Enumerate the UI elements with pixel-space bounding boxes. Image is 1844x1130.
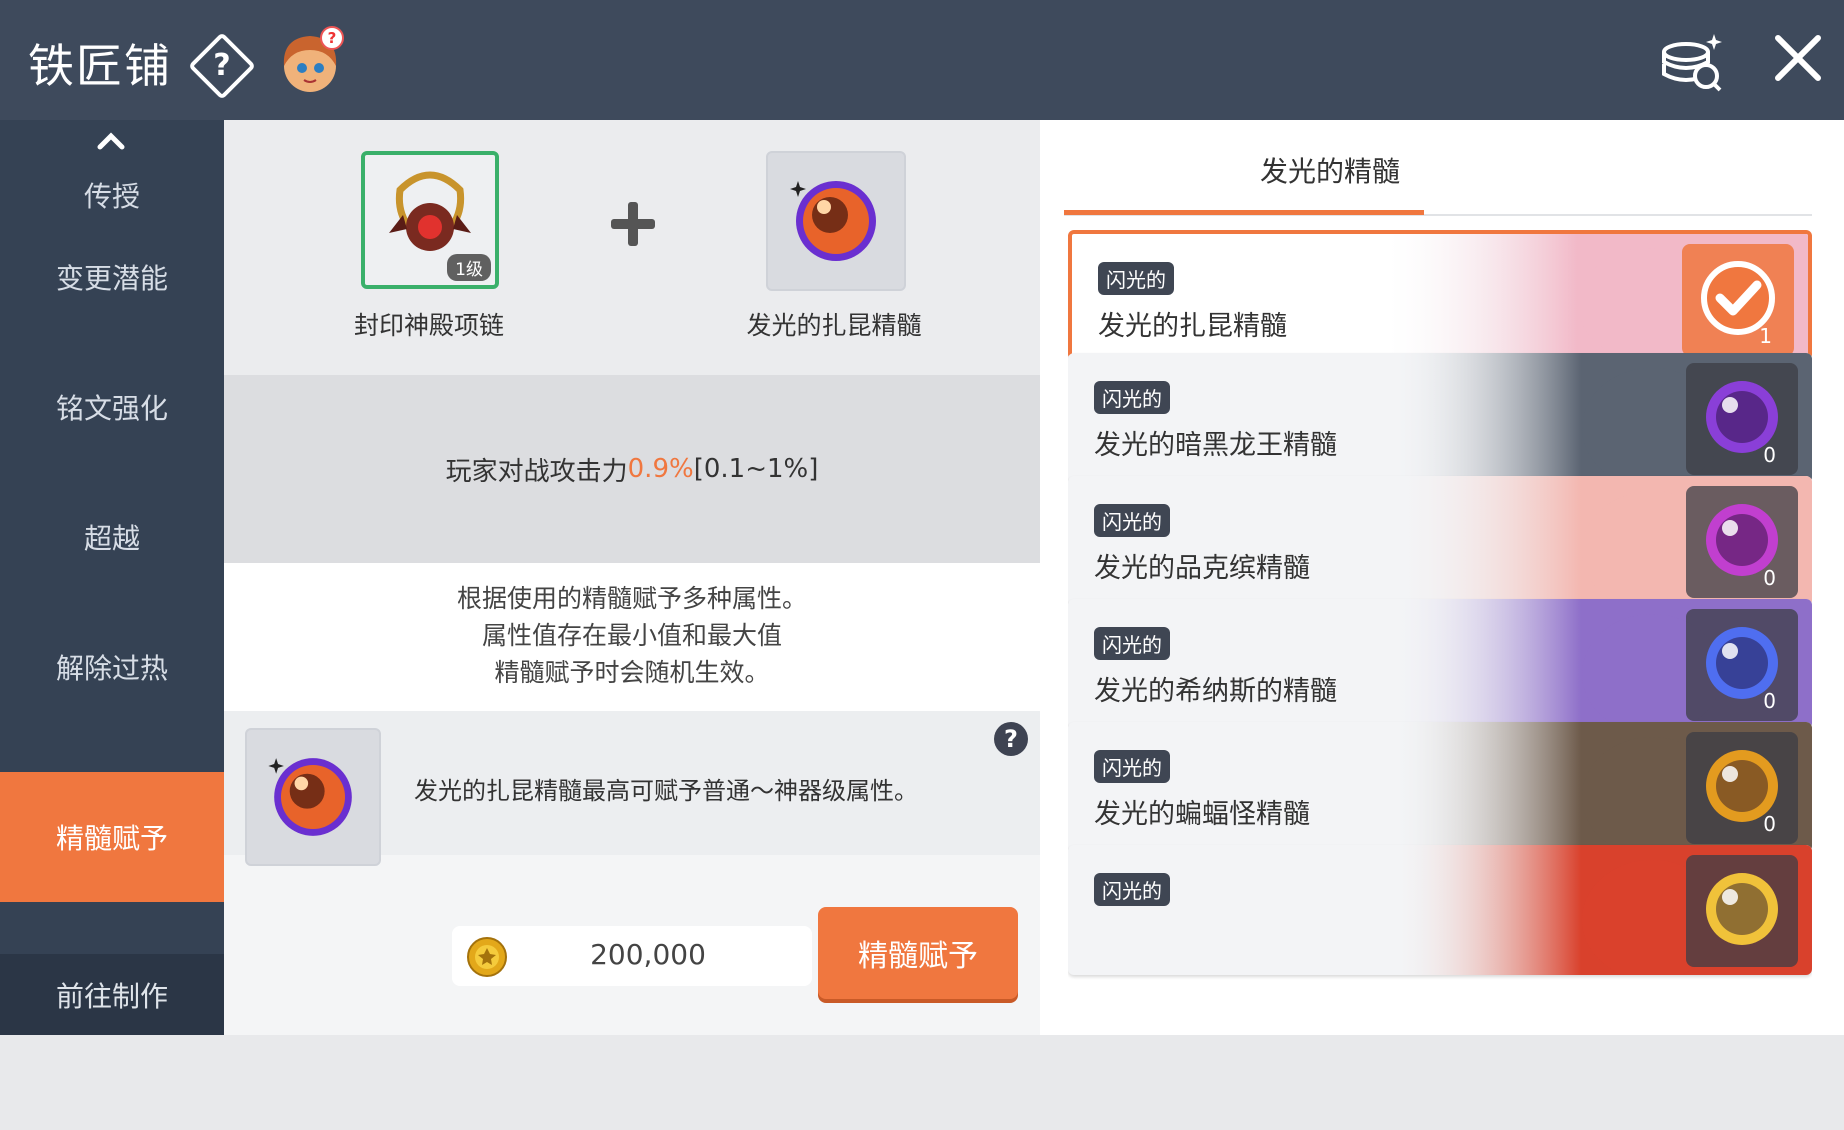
sidebar-item-label: 解除过热 bbox=[55, 652, 168, 685]
essence-orb-icon bbox=[1706, 750, 1778, 822]
essence-card-icon-box: 1 bbox=[1682, 244, 1794, 356]
help-icon[interactable]: ? bbox=[994, 722, 1028, 756]
stat-value: 0.9% bbox=[627, 454, 694, 484]
essence-card-name: 发光的希纳斯的精髓 bbox=[1094, 676, 1337, 707]
stat-range: [0.1~1%] bbox=[693, 454, 819, 484]
stat-display: 玩家对战攻击力 0.9% [0.1~1%] bbox=[224, 375, 1040, 563]
essence-info: 发光的扎昆精髓最高可赋予普通～神器级属性。 ? bbox=[224, 711, 1040, 866]
cost-value: 200,000 bbox=[590, 938, 706, 971]
goto-craft-button[interactable]: 前往制作 bbox=[0, 954, 224, 1035]
essence-card[interactable]: 闪光的发光的扎昆精髓 1 bbox=[1068, 230, 1812, 360]
essence-list-panel: 发光的精髓 闪光的 发光的扎昆精髓 1 闪光的 发光的暗黑龙王精髓 0 闪光的 发光的品克缤精… bbox=[1040, 120, 1844, 1035]
essence-card-icon-box: 0 bbox=[1686, 732, 1798, 844]
essence-orb-icon bbox=[790, 181, 876, 261]
svg-text:?: ? bbox=[328, 29, 337, 47]
description-line: 属性值存在最小值和最大值 bbox=[481, 621, 782, 650]
coin-exchange-icon[interactable] bbox=[1656, 30, 1726, 92]
essence-card-name: 发光的蝙蝠怪精髓 bbox=[1094, 799, 1310, 830]
essence-card-icon-box: 0 bbox=[1686, 486, 1798, 598]
rarity-badge: 闪光的 bbox=[1094, 873, 1170, 906]
sidebar: 传授 变更潜能 铭文强化 超越 解除过热 精髓赋予 前往制作 bbox=[0, 120, 224, 1035]
essence-orb-icon bbox=[1706, 381, 1778, 453]
sidebar-item-label: 铭文强化 bbox=[55, 392, 168, 425]
essence-name: 发光的扎昆精髓 bbox=[746, 311, 922, 340]
equipment-level-badge: 1级 bbox=[447, 254, 491, 281]
sidebar-item-overheat[interactable]: 解除过热 bbox=[0, 602, 224, 732]
checkmark-icon bbox=[1701, 261, 1775, 335]
close-icon[interactable] bbox=[1770, 30, 1826, 86]
equipment-slot[interactable]: 1级 bbox=[361, 151, 499, 289]
essence-card-icon-box: 0 bbox=[1686, 609, 1798, 721]
essence-slot[interactable] bbox=[766, 151, 906, 291]
essence-card-name: 发光的暗黑龙王精髓 bbox=[1094, 430, 1337, 461]
help-icon[interactable]: ? bbox=[188, 32, 256, 100]
equipment-name: 封印神殿项链 bbox=[353, 311, 504, 340]
rarity-badge: 闪光的 bbox=[1098, 262, 1174, 295]
npc-avatar-icon[interactable]: ? bbox=[272, 26, 352, 96]
essence-card-name: 发光的扎昆精髓 bbox=[1098, 311, 1287, 342]
goto-craft-label: 前往制作 bbox=[55, 979, 168, 1013]
essence-info-text: 发光的扎昆精髓最高可赋予普通～神器级属性。 bbox=[414, 777, 918, 805]
rarity-badge: 闪光的 bbox=[1094, 504, 1170, 537]
sidebar-item-transcend[interactable]: 超越 bbox=[0, 472, 224, 602]
sidebar-item-label: 超越 bbox=[83, 522, 140, 555]
sidebar-item-label: 精髓赋予 bbox=[55, 822, 168, 855]
essence-info-slot bbox=[245, 728, 381, 866]
essence-card[interactable]: 闪光的发光的希纳斯的精髓 0 bbox=[1068, 599, 1812, 729]
essence-card[interactable]: 闪光的 bbox=[1068, 845, 1812, 975]
page-title: 铁匠铺 bbox=[28, 39, 172, 93]
top-bar: 铁匠铺 ? ? bbox=[0, 0, 1844, 120]
tab-glowing-essence[interactable]: 发光的精髓 bbox=[1180, 150, 1480, 190]
help-icon-glyph: ? bbox=[213, 48, 231, 83]
apply-essence-label: 精髓赋予 bbox=[858, 939, 978, 974]
plus-icon bbox=[611, 202, 655, 246]
essence-card[interactable]: 闪光的发光的蝙蝠怪精髓 0 bbox=[1068, 722, 1812, 852]
description: 根据使用的精髓赋予多种属性。 属性值存在最小值和最大值 精髓赋予时会随机生效。 bbox=[224, 563, 1040, 711]
essence-card-name: 发光的品克缤精髓 bbox=[1094, 553, 1310, 584]
essence-orb-icon bbox=[1706, 873, 1778, 945]
rarity-badge: 闪光的 bbox=[1094, 750, 1170, 783]
tab-active-indicator bbox=[1064, 210, 1424, 215]
sidebar-item-inscription[interactable]: 铭文强化 bbox=[0, 342, 224, 472]
slot-row: 1级 封印神殿项链 发光的扎昆精髓 bbox=[224, 120, 1040, 375]
essence-card-count: 0 bbox=[1763, 812, 1776, 836]
essence-card-count: 0 bbox=[1763, 566, 1776, 590]
essence-card[interactable]: 闪光的发光的暗黑龙王精髓 0 bbox=[1068, 353, 1812, 483]
description-line: 精髓赋予时会随机生效。 bbox=[494, 658, 770, 687]
essence-card-count: 1 bbox=[1759, 324, 1772, 348]
description-line: 根据使用的精髓赋予多种属性。 bbox=[456, 584, 807, 613]
essence-panel: 1级 封印神殿项链 发光的扎昆精髓 玩家对战攻击力 0.9% [0.1~1%] 根据… bbox=[224, 120, 1040, 1035]
essence-orb-icon bbox=[1706, 627, 1778, 699]
sidebar-item-essence[interactable]: 精髓赋予 bbox=[0, 772, 224, 902]
rarity-badge: 闪光的 bbox=[1094, 627, 1170, 660]
essence-list[interactable]: 闪光的 发光的扎昆精髓 1 闪光的 发光的暗黑龙王精髓 0 闪光的 发光的品克缤精髓 0 闪光的发… bbox=[1068, 230, 1812, 1130]
essence-card-icon-box bbox=[1686, 855, 1798, 967]
essence-orb-icon bbox=[268, 758, 352, 836]
sidebar-item-label: 变更潜能 bbox=[55, 262, 168, 295]
essence-card[interactable]: 闪光的发光的品克缤精髓 0 bbox=[1068, 476, 1812, 606]
essence-card-count: 0 bbox=[1763, 689, 1776, 713]
meso-coin-icon bbox=[467, 937, 507, 977]
essence-card-icon-box: 0 bbox=[1686, 363, 1798, 475]
essence-orb-icon bbox=[1706, 504, 1778, 576]
sidebar-item-potential[interactable]: 变更潜能 bbox=[0, 212, 224, 342]
rarity-badge: 闪光的 bbox=[1094, 381, 1170, 414]
sidebar-item-label: 传授 bbox=[83, 180, 140, 213]
cost-display: 200,000 bbox=[452, 926, 812, 986]
essence-card-count: 0 bbox=[1763, 443, 1776, 467]
stat-label: 玩家对战攻击力 bbox=[445, 456, 628, 487]
apply-essence-button[interactable]: 精髓赋予 bbox=[818, 907, 1018, 999]
